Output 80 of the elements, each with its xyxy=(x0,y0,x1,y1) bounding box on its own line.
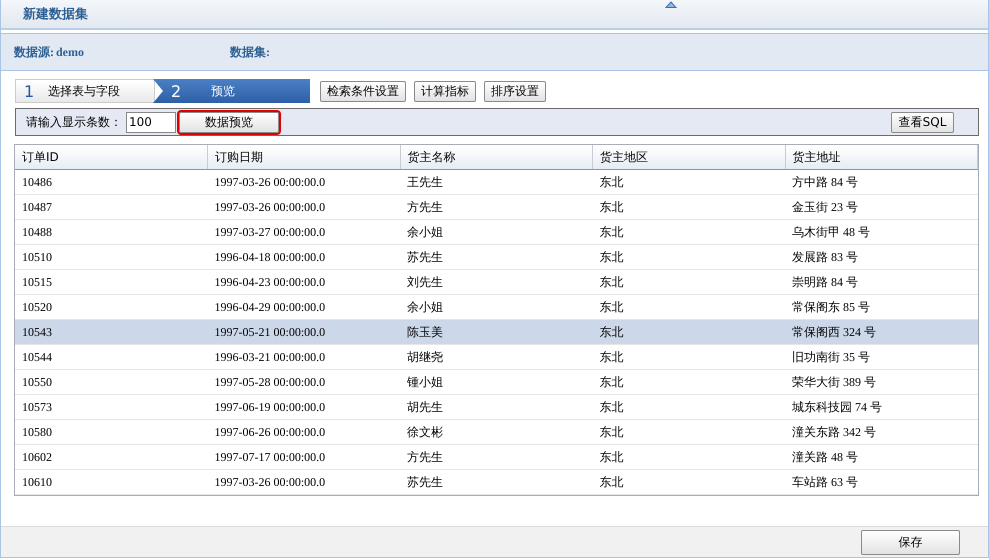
column-header[interactable]: 货主地址 xyxy=(785,145,978,170)
table-cell: 1996-04-23 00:00:00.0 xyxy=(208,270,400,294)
table-cell: 徐文彬 xyxy=(400,420,592,444)
preview-button[interactable]: 数据预览 xyxy=(179,112,279,132)
table-cell: 东北 xyxy=(592,394,785,420)
table-cell: 胡继尧 xyxy=(400,344,592,370)
table-cell: 东北 xyxy=(592,220,785,244)
table-cell: 10602 xyxy=(15,444,208,470)
table-cell: 东北 xyxy=(592,170,785,194)
table-cell: 10488 xyxy=(15,220,208,244)
window-title: 新建数据集 xyxy=(23,6,88,23)
table-cell: 10544 xyxy=(15,344,208,370)
table-cell: 东北 xyxy=(592,270,785,294)
table-cell: 陈玉美 xyxy=(400,320,592,344)
count-label: 请输入显示条数： xyxy=(26,114,122,130)
table-cell: 苏先生 xyxy=(400,470,592,494)
table-cell: 余小姐 xyxy=(400,220,592,244)
table-cell: 10486 xyxy=(15,170,208,194)
table-cell: 10487 xyxy=(15,194,208,220)
table-cell: 1997-07-17 00:00:00.0 xyxy=(208,444,400,470)
table-cell: 旧功南街 35 号 xyxy=(785,344,978,370)
table-cell: 10543 xyxy=(15,320,208,344)
table-cell: 方先生 xyxy=(400,444,592,470)
option-button[interactable]: 排序设置 xyxy=(484,80,546,102)
step-tab[interactable]: 2 预览 xyxy=(153,79,310,103)
table-cell: 10610 xyxy=(15,470,208,494)
table-cell: 发展路 83 号 xyxy=(785,244,978,270)
column-header[interactable]: 订单ID xyxy=(15,145,208,170)
table-cell: 东北 xyxy=(592,370,785,394)
column-header[interactable]: 货主名称 xyxy=(400,145,592,170)
datasource-label: 数据源: xyxy=(14,44,54,60)
table-cell: 金玉街 23 号 xyxy=(785,194,978,220)
table-cell: 东北 xyxy=(592,344,785,370)
collapse-icon[interactable] xyxy=(665,1,677,8)
table-cell: 东北 xyxy=(592,420,785,444)
table-cell: 1997-05-28 00:00:00.0 xyxy=(208,370,400,394)
column-header[interactable]: 订购日期 xyxy=(208,145,400,170)
table-cell: 1997-05-21 00:00:00.0 xyxy=(208,320,400,344)
table-cell: 车站路 63 号 xyxy=(785,470,978,494)
table-cell: 锺小姐 xyxy=(400,370,592,394)
table-cell: 1997-03-27 00:00:00.0 xyxy=(208,220,400,244)
table-cell: 方先生 xyxy=(400,194,592,220)
save-button[interactable]: 保存 xyxy=(861,530,960,554)
table-cell: 常保阁西 324 号 xyxy=(785,320,978,344)
table-cell: 10515 xyxy=(15,270,208,294)
view-sql-button[interactable]: 查看SQL xyxy=(891,112,954,132)
table-cell: 1997-03-26 00:00:00.0 xyxy=(208,170,400,194)
table-cell: 胡先生 xyxy=(400,394,592,420)
column-header[interactable]: 货主地区 xyxy=(592,145,785,170)
table-cell: 1997-03-26 00:00:00.0 xyxy=(208,470,400,494)
table-cell: 10580 xyxy=(15,420,208,444)
table-cell: 东北 xyxy=(592,194,785,220)
table-cell: 1996-04-18 00:00:00.0 xyxy=(208,244,400,270)
table-cell: 荣华大街 389 号 xyxy=(785,370,978,394)
table-cell: 东北 xyxy=(592,444,785,470)
step-tab[interactable]: 1 选择表与字段 xyxy=(15,79,155,103)
count-input[interactable]: 100 xyxy=(126,112,176,132)
table-cell: 10550 xyxy=(15,370,208,394)
table-cell: 崇明路 84 号 xyxy=(785,270,978,294)
table-cell: 潼关路 48 号 xyxy=(785,444,978,470)
table-cell: 城东科技园 74 号 xyxy=(785,394,978,420)
table-cell: 10510 xyxy=(15,244,208,270)
table-cell: 1997-03-26 00:00:00.0 xyxy=(208,194,400,220)
option-button[interactable]: 计算指标 xyxy=(414,80,476,102)
table-cell: 乌木街甲 48 号 xyxy=(785,220,978,244)
table-cell: 方中路 84 号 xyxy=(785,170,978,194)
table-cell: 1997-06-26 00:00:00.0 xyxy=(208,420,400,444)
table-cell: 潼关东路 342 号 xyxy=(785,420,978,444)
table-cell: 1997-06-19 00:00:00.0 xyxy=(208,394,400,420)
table-cell: 东北 xyxy=(592,244,785,270)
option-button[interactable]: 检索条件设置 xyxy=(320,80,406,102)
table-cell: 东北 xyxy=(592,470,785,494)
table-cell: 刘先生 xyxy=(400,270,592,294)
table-cell: 1996-03-21 00:00:00.0 xyxy=(208,344,400,370)
table-cell: 东北 xyxy=(592,320,785,344)
table-cell: 苏先生 xyxy=(400,244,592,270)
table-cell: 王先生 xyxy=(400,170,592,194)
datasource-value: demo xyxy=(56,44,84,60)
dataset-label: 数据集: xyxy=(230,44,270,60)
table-cell: 10573 xyxy=(15,394,208,420)
